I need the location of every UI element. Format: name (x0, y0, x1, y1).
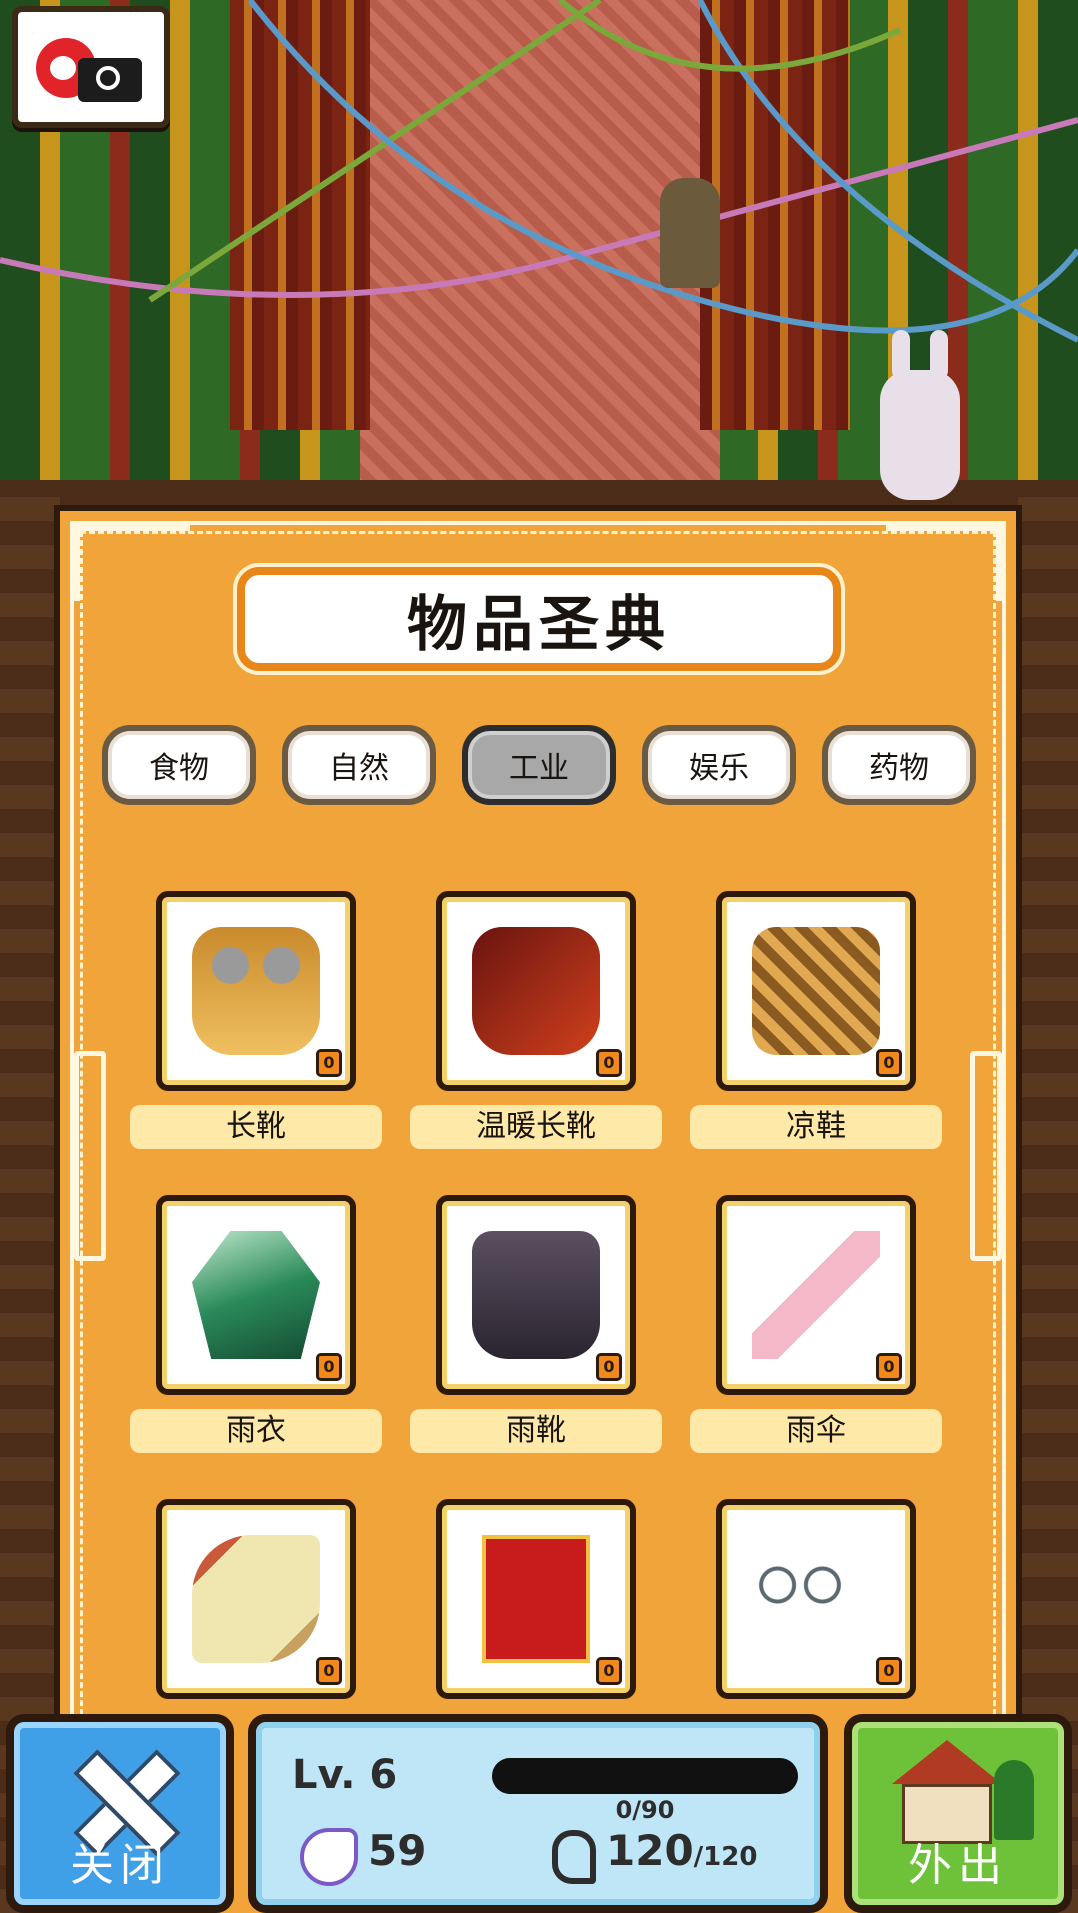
right-floor-planks (1018, 480, 1078, 1913)
item-name: 雨伞 (690, 1409, 942, 1453)
close-button-label: 关闭 (70, 1840, 170, 1891)
side-ornament (970, 1051, 1002, 1261)
tab-entertainment[interactable]: 娱乐 (642, 725, 796, 805)
item-count-badge: 0 (876, 1353, 902, 1381)
screenshot-share-button[interactable] (12, 6, 170, 128)
umbrella-icon (752, 1231, 880, 1359)
item-name: 凉鞋 (690, 1105, 942, 1149)
glasses-icon (752, 1565, 880, 1605)
boots-icon (192, 927, 320, 1055)
stamina-max: /120 (693, 1842, 758, 1872)
item-icon-frame: 0 (436, 1499, 636, 1699)
hand-value: 59 (368, 1826, 427, 1875)
item-name: 长靴 (130, 1105, 382, 1149)
camera-icon (78, 58, 142, 102)
hand-icon (300, 1828, 358, 1886)
side-ornament (74, 1051, 106, 1261)
muscle-arm-icon (552, 1830, 596, 1884)
tab-medicine[interactable]: 药物 (822, 725, 976, 805)
item-count-badge: 0 (876, 1657, 902, 1685)
experience-text: 0/90 (615, 1796, 675, 1824)
close-button[interactable]: 关闭 (6, 1714, 234, 1913)
red-book-icon (482, 1535, 590, 1663)
experience-bar (492, 1758, 798, 1794)
stamina-value: 120 (606, 1826, 694, 1875)
bunny-character (880, 330, 960, 500)
warm-boots-icon (472, 927, 600, 1055)
player-status-panel: Lv. 6 0/90 59 120/120 (248, 1714, 828, 1913)
item-name: 温暖长靴 (410, 1105, 662, 1149)
item-count-badge: 0 (876, 1049, 902, 1077)
item-icon-frame: 0 (156, 1499, 356, 1699)
go-out-button-label: 外出 (908, 1840, 1008, 1891)
category-tabs: 食物 自然 工业 娱乐 药物 (102, 725, 976, 805)
horn-icon (192, 1535, 320, 1663)
item-icon-frame: 0 (716, 891, 916, 1091)
corner-ornament (886, 525, 1002, 601)
raincoat-icon (192, 1231, 320, 1359)
item-name: 雨靴 (410, 1409, 662, 1453)
go-out-button[interactable]: 外出 (844, 1714, 1072, 1913)
item-icon-frame: 0 (156, 891, 356, 1091)
tab-industry[interactable]: 工业 (462, 725, 616, 805)
item-encyclopedia-panel: 物品圣典 食物 自然 工业 娱乐 药物 0 长靴 0 温暖长靴 0 凉鞋 0 雨… (54, 505, 1022, 1913)
item-count-badge: 0 (316, 1657, 342, 1685)
item-icon-frame: 0 (156, 1195, 356, 1395)
player-level: Lv. 6 (292, 1752, 398, 1798)
item-count-badge: 0 (316, 1049, 342, 1077)
rain-boots-icon (472, 1231, 600, 1359)
item-icon-frame: 0 (716, 1499, 916, 1699)
left-floor-planks (0, 480, 60, 1913)
item-icon-frame: 0 (716, 1195, 916, 1395)
page-title: 物品圣典 (407, 589, 671, 660)
corner-ornament (74, 525, 190, 601)
item-count-badge: 0 (316, 1353, 342, 1381)
item-count-badge: 0 (596, 1657, 622, 1685)
item-count-badge: 0 (596, 1353, 622, 1381)
tab-nature[interactable]: 自然 (282, 725, 436, 805)
item-count-badge: 0 (596, 1049, 622, 1077)
item-icon-frame: 0 (436, 1195, 636, 1395)
title-banner: 物品圣典 (237, 567, 841, 671)
npc-character (660, 178, 720, 288)
tab-food[interactable]: 食物 (102, 725, 256, 805)
sandals-icon (752, 927, 880, 1055)
item-name: 雨衣 (130, 1409, 382, 1453)
item-icon-frame: 0 (436, 891, 636, 1091)
stamina-display: 120/120 (606, 1826, 757, 1875)
